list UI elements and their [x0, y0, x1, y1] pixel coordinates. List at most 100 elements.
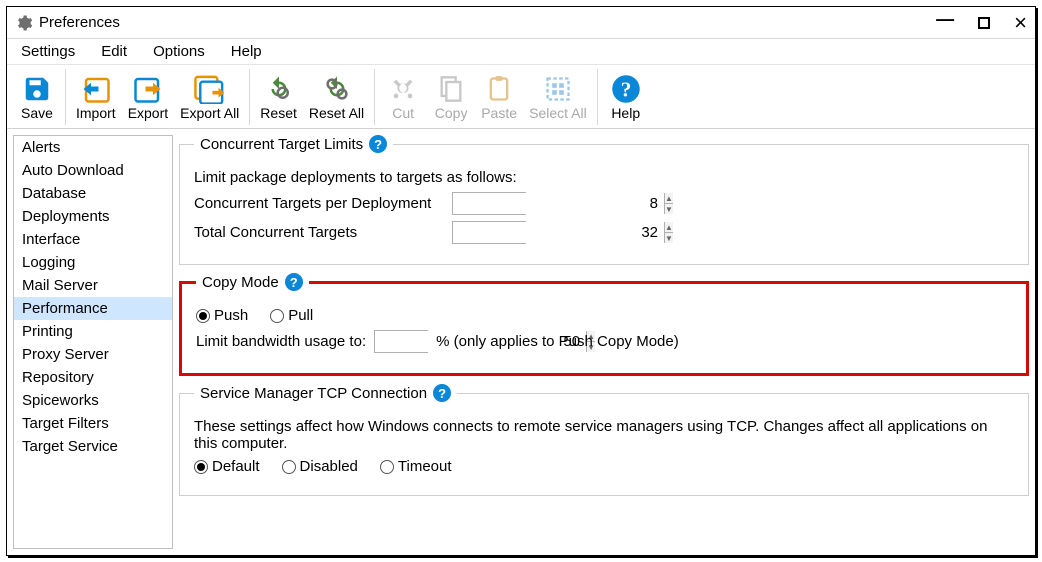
- cut-button[interactable]: Cut: [379, 69, 427, 125]
- help-icon[interactable]: ?: [433, 384, 451, 402]
- radio-pull-label: Pull: [288, 307, 313, 324]
- export-all-icon: [193, 73, 227, 105]
- concurrent-target-limits-group: Concurrent Target Limits ? Limit package…: [179, 135, 1029, 265]
- cut-icon: [389, 73, 417, 105]
- radio-pull[interactable]: Pull: [270, 307, 313, 324]
- radio-icon: [282, 460, 296, 474]
- export-icon: [133, 73, 163, 105]
- svg-text:?: ?: [620, 77, 631, 101]
- select-all-button[interactable]: Select All: [523, 69, 593, 125]
- radio-icon: [194, 460, 208, 474]
- window-controls: — ×: [936, 12, 1027, 34]
- concurrent-per-deploy-label: Concurrent Targets per Deployment: [194, 195, 444, 212]
- reset-button[interactable]: Reset: [254, 69, 303, 125]
- radio-disabled-label: Disabled: [300, 458, 358, 475]
- maximize-button[interactable]: [978, 14, 990, 32]
- limit-desc: Limit package deployments to targets as …: [194, 169, 517, 186]
- concurrent-target-limits-legend: Concurrent Target Limits ?: [194, 135, 393, 153]
- gear-icon: [15, 14, 33, 32]
- radio-icon: [270, 309, 284, 323]
- legend-text: Service Manager TCP Connection: [200, 385, 427, 402]
- sidebar-item-deployments[interactable]: Deployments: [14, 205, 172, 228]
- radio-icon: [196, 309, 210, 323]
- body: Alerts Auto Download Database Deployment…: [7, 129, 1035, 555]
- spinner[interactable]: ▲▼: [664, 193, 673, 214]
- reset-all-label: Reset All: [309, 105, 364, 121]
- spinner[interactable]: ▲▼: [664, 222, 673, 243]
- radio-disabled[interactable]: Disabled: [282, 458, 358, 475]
- select-all-label: Select All: [529, 105, 587, 121]
- radio-timeout[interactable]: Timeout: [380, 458, 452, 475]
- save-button[interactable]: Save: [13, 69, 61, 125]
- sidebar: Alerts Auto Download Database Deployment…: [13, 135, 173, 549]
- sidebar-item-auto-download[interactable]: Auto Download: [14, 159, 172, 182]
- concurrent-per-deploy-input[interactable]: ▲▼: [452, 192, 526, 215]
- content: Concurrent Target Limits ? Limit package…: [177, 129, 1035, 555]
- copy-button[interactable]: Copy: [427, 69, 475, 125]
- help-icon[interactable]: ?: [369, 135, 387, 153]
- export-all-button[interactable]: Export All: [174, 69, 245, 125]
- service-manager-legend: Service Manager TCP Connection ?: [194, 384, 457, 402]
- close-button[interactable]: ×: [1014, 12, 1027, 34]
- radio-default-label: Default: [212, 458, 260, 475]
- window-title: Preferences: [39, 14, 120, 31]
- legend-text: Concurrent Target Limits: [200, 136, 363, 153]
- export-all-label: Export All: [180, 105, 239, 121]
- menu-help[interactable]: Help: [225, 41, 268, 62]
- toolbar-separator: [249, 69, 250, 125]
- sidebar-item-logging[interactable]: Logging: [14, 251, 172, 274]
- copy-mode-group: Copy Mode ? Push Pull Limit bandwidth us…: [179, 273, 1029, 376]
- sidebar-item-mail-server[interactable]: Mail Server: [14, 274, 172, 297]
- save-icon: [22, 73, 52, 105]
- sidebar-item-spiceworks[interactable]: Spiceworks: [14, 389, 172, 412]
- help-icon[interactable]: ?: [285, 273, 303, 291]
- paste-label: Paste: [481, 105, 517, 121]
- sidebar-item-performance[interactable]: Performance: [14, 297, 172, 320]
- radio-push-label: Push: [214, 307, 248, 324]
- help-icon: ?: [611, 73, 641, 105]
- cut-label: Cut: [392, 105, 414, 121]
- preferences-window: Preferences — × Settings Edit Options He…: [6, 6, 1036, 556]
- sidebar-item-printing[interactable]: Printing: [14, 320, 172, 343]
- service-manager-desc: These settings affect how Windows connec…: [194, 418, 987, 452]
- bandwidth-suffix: % (only applies to Push Copy Mode): [436, 333, 679, 350]
- copy-icon: [437, 73, 465, 105]
- menu-edit[interactable]: Edit: [95, 41, 133, 62]
- minimize-button[interactable]: —: [936, 10, 954, 28]
- reset-all-icon: [322, 73, 352, 105]
- import-label: Import: [76, 105, 116, 121]
- toolbar-separator: [597, 69, 598, 125]
- bandwidth-label: Limit bandwidth usage to:: [196, 333, 366, 350]
- toolbar: Save Import Export Export All Reset Rese…: [7, 65, 1035, 129]
- total-concurrent-input[interactable]: ▲▼: [452, 221, 526, 244]
- reset-label: Reset: [260, 105, 297, 121]
- reset-all-button[interactable]: Reset All: [303, 69, 370, 125]
- toolbar-separator: [374, 69, 375, 125]
- radio-default[interactable]: Default: [194, 458, 260, 475]
- copy-mode-legend: Copy Mode ?: [196, 273, 309, 291]
- sidebar-item-interface[interactable]: Interface: [14, 228, 172, 251]
- import-icon: [81, 73, 111, 105]
- sidebar-item-database[interactable]: Database: [14, 182, 172, 205]
- help-button[interactable]: ? Help: [602, 69, 650, 125]
- legend-text: Copy Mode: [202, 274, 279, 291]
- total-concurrent-field[interactable]: [453, 222, 664, 243]
- sidebar-item-target-filters[interactable]: Target Filters: [14, 412, 172, 435]
- menu-settings[interactable]: Settings: [15, 41, 81, 62]
- sidebar-item-proxy-server[interactable]: Proxy Server: [14, 343, 172, 366]
- radio-push[interactable]: Push: [196, 307, 248, 324]
- concurrent-per-deploy-field[interactable]: [453, 193, 664, 214]
- titlebar: Preferences — ×: [7, 7, 1035, 39]
- sidebar-item-repository[interactable]: Repository: [14, 366, 172, 389]
- select-all-icon: [544, 73, 572, 105]
- paste-button[interactable]: Paste: [475, 69, 523, 125]
- export-button[interactable]: Export: [122, 69, 174, 125]
- menubar: Settings Edit Options Help: [7, 39, 1035, 65]
- total-concurrent-label: Total Concurrent Targets: [194, 224, 444, 241]
- import-button[interactable]: Import: [70, 69, 122, 125]
- sidebar-item-target-service[interactable]: Target Service: [14, 435, 172, 458]
- service-manager-group: Service Manager TCP Connection ? These s…: [179, 384, 1029, 496]
- menu-options[interactable]: Options: [147, 41, 211, 62]
- bandwidth-input[interactable]: ▲▼: [374, 330, 428, 353]
- sidebar-item-alerts[interactable]: Alerts: [14, 136, 172, 159]
